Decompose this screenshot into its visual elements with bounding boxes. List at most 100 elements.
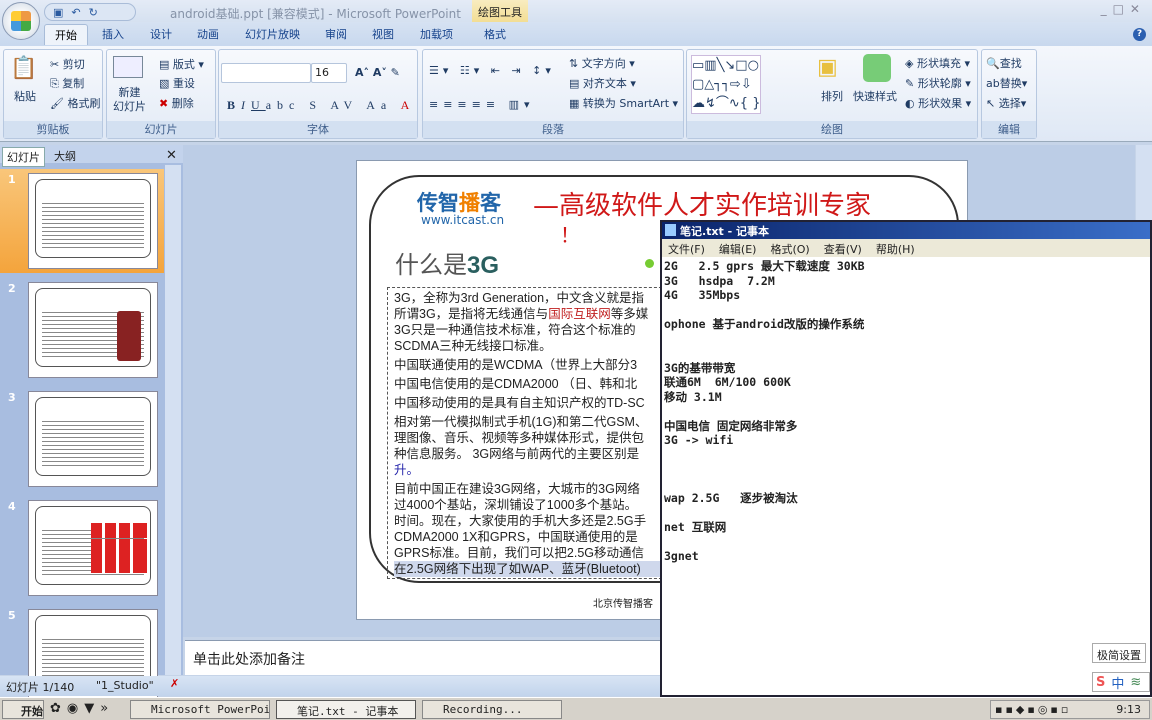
- ime-toolbar[interactable]: S 中 ≋: [1092, 672, 1150, 692]
- menu-format[interactable]: 格式(O): [770, 241, 809, 256]
- slide-counter: 幻灯片 1/140: [6, 681, 75, 694]
- notepad-line: [664, 462, 1150, 477]
- cut-button[interactable]: ✂ 剪切: [50, 56, 85, 72]
- body-line: 理图像、音乐、视频等多种媒体形式，提供包: [394, 431, 645, 445]
- tab-slides[interactable]: 幻灯片: [2, 147, 45, 167]
- taskbar-powerpoint[interactable]: Microsoft PowerPoin...: [130, 700, 270, 719]
- drawing-tools-context: 绘图工具: [472, 0, 528, 24]
- ime-tooltip: 极简设置: [1092, 643, 1146, 663]
- redo-icon[interactable]: ↻: [89, 6, 98, 19]
- format-painter-button[interactable]: 🖌 格式刷: [50, 95, 100, 111]
- new-slide-icon: [113, 56, 143, 78]
- slide-thumbnail[interactable]: 3: [0, 387, 164, 491]
- select-button[interactable]: ↖ 选择▾: [986, 95, 1026, 111]
- panel-tabs: 幻灯片 大纲 ✕: [0, 145, 183, 167]
- ime-mode[interactable]: 中: [1111, 673, 1124, 692]
- quick-launch-icons[interactable]: ✿◉▼»: [50, 701, 114, 716]
- menu-help[interactable]: 帮助(H): [876, 241, 915, 256]
- text-direction-button[interactable]: ⇅ 文字方向 ▾: [569, 55, 635, 71]
- shape-effects-button[interactable]: ◐ 形状效果 ▾: [905, 95, 971, 111]
- tab-view[interactable]: 视图: [372, 26, 394, 42]
- tray-icons[interactable]: ▪▪◆▪◎▪▫: [995, 703, 1071, 716]
- align-text-button[interactable]: ▤ 对齐文本 ▾: [569, 75, 636, 91]
- slide-title[interactable]: 什么是3G: [395, 245, 499, 280]
- body-line: 在2.5G网络下出现了如WAP、蓝牙(Bluetoot): [394, 561, 660, 577]
- delete-button[interactable]: ✖ 删除: [159, 95, 194, 111]
- panel-scrollbar[interactable]: [165, 165, 181, 675]
- close-panel-icon[interactable]: ✕: [162, 147, 181, 164]
- start-button[interactable]: 开始: [2, 700, 44, 719]
- window-controls[interactable]: _□✕: [1101, 2, 1146, 16]
- notepad-text-area[interactable]: 2G 2.5 gprs 最大下载速度 30KB 3G hsdpa 7.2M 4G 3…: [664, 259, 1150, 564]
- notepad-line: [664, 506, 1150, 521]
- slogan: —高级软件人才实作培训专家: [533, 191, 872, 221]
- shapes-gallery[interactable]: ▭▥╲↘□○ ▢△┐┐⇨⇩ ☁↯⌒∿{ }: [691, 55, 762, 114]
- tab-animation[interactable]: 动画: [197, 26, 219, 42]
- slogan-exclamation: ！: [560, 223, 580, 247]
- copy-label: 复制: [62, 77, 85, 90]
- tab-outline[interactable]: 大纲: [50, 147, 80, 165]
- taskbar-notepad[interactable]: 笔记.txt - 记事本: [276, 700, 416, 719]
- office-logo-icon: [11, 11, 31, 31]
- slide-thumbnail[interactable]: 2: [0, 278, 164, 382]
- menu-edit[interactable]: 编辑(E): [719, 241, 757, 256]
- taskbar: 开始 ✿◉▼» Microsoft PowerPoin... 笔记.txt - …: [0, 697, 1152, 720]
- group-label: 段落: [423, 121, 683, 138]
- notepad-line: 中国电信 固定网络非常多: [664, 418, 798, 433]
- tab-slideshow[interactable]: 幻灯片放映: [245, 26, 300, 42]
- smartart-button[interactable]: ▦ 转换为 SmartArt ▾: [569, 95, 678, 111]
- format-painter-label: 格式刷: [67, 97, 101, 110]
- tab-home[interactable]: 开始: [44, 24, 88, 45]
- slide-thumbnail[interactable]: 4: [0, 496, 164, 600]
- slide-thumbnail[interactable]: 1: [0, 169, 164, 273]
- undo-icon[interactable]: ↶: [71, 6, 80, 19]
- shape-outline-button[interactable]: ✎ 形状轮廓 ▾: [905, 75, 971, 91]
- spelling-icon[interactable]: ✗: [170, 677, 179, 690]
- arrange-button[interactable]: 排列: [821, 88, 843, 104]
- group-label: 字体: [219, 121, 417, 138]
- copy-button[interactable]: ⎘ 复制: [50, 75, 84, 91]
- shape-fill-button[interactable]: ◈ 形状填充 ▾: [905, 55, 970, 71]
- font-size-select[interactable]: 16: [311, 63, 347, 83]
- group-drawing: ▭▥╲↘□○ ▢△┐┐⇨⇩ ☁↯⌒∿{ } ▣ 排列 快速样式 ◈ 形状填充 ▾…: [686, 49, 978, 139]
- tab-review[interactable]: 审阅: [325, 26, 347, 42]
- reset-button[interactable]: ▧ 重设: [159, 75, 195, 91]
- text-direction-label: 文字方向: [581, 57, 626, 70]
- layout-button[interactable]: ▤ 版式 ▾: [159, 56, 204, 72]
- notepad-line: 3G -> wifi: [664, 433, 734, 447]
- notepad-window: 笔记.txt - 记事本 文件(F) 编辑(E) 格式(O) 查看(V) 帮助(…: [660, 220, 1152, 697]
- office-button[interactable]: [2, 2, 40, 40]
- group-editing: 🔍查找 ab替换▾ ↖ 选择▾ 编辑: [981, 49, 1037, 139]
- theme-name: "1_Studio": [96, 679, 154, 692]
- font-format-buttons[interactable]: BIUabc S AV Aa A: [227, 98, 415, 113]
- link-text[interactable]: 国际互联网: [548, 307, 611, 321]
- notepad-line: wap 2.5G 逐步被淘汰: [664, 491, 805, 505]
- phone-image: [117, 311, 141, 361]
- menu-view[interactable]: 查看(V): [824, 241, 862, 256]
- paste-button[interactable]: 粘贴: [14, 88, 36, 104]
- new-slide-button[interactable]: 新建 幻灯片: [113, 86, 146, 114]
- rotate-handle[interactable]: [645, 259, 654, 268]
- save-icon[interactable]: ▣: [53, 6, 63, 19]
- align-buttons[interactable]: ≡≡≡≡≡ ▥▾: [429, 98, 535, 111]
- find-button[interactable]: 🔍查找: [986, 55, 1022, 71]
- notepad-line: 3gnet: [664, 549, 699, 563]
- tab-design[interactable]: 设计: [150, 26, 172, 42]
- notes-pane[interactable]: 单击此处添加备注: [185, 640, 665, 675]
- tab-addins[interactable]: 加载项: [420, 26, 453, 42]
- body-textbox[interactable]: 3G，全称为3rd Generation，中文含义就是指 所谓3G，是指将无线通信…: [387, 287, 667, 579]
- taskbar-recording[interactable]: Recording...: [422, 700, 562, 719]
- thumbnail-image: [28, 282, 158, 378]
- body-line: 所谓3G，是指将无线通信与国际互联网等多媒: [394, 306, 660, 322]
- tab-insert[interactable]: 插入: [102, 26, 124, 42]
- tab-format[interactable]: 格式: [484, 26, 506, 42]
- help-icon[interactable]: ?: [1133, 28, 1146, 41]
- list-buttons[interactable]: ☰▾ ☷▾ ⇤ ⇥ ↕▾: [429, 64, 555, 77]
- font-name-select[interactable]: [221, 63, 311, 83]
- notepad-icon: [665, 224, 676, 236]
- quick-styles-button[interactable]: 快速样式: [853, 88, 897, 104]
- grow-shrink-font-buttons[interactable]: A˄ A˅ ✎: [355, 66, 400, 79]
- replace-button[interactable]: ab替换▾: [986, 75, 1027, 91]
- notepad-line: 3G hsdpa 7.2M: [664, 273, 775, 288]
- menu-file[interactable]: 文件(F): [668, 241, 705, 256]
